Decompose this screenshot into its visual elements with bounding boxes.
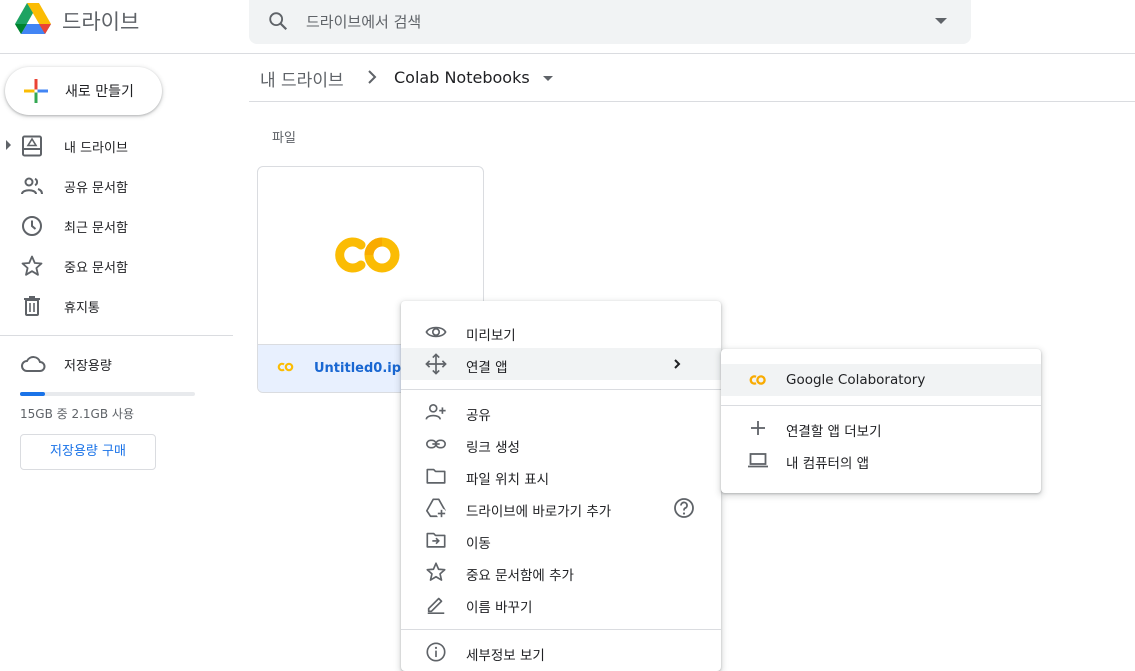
trash-icon [24, 296, 40, 316]
storage-usage-text: 15GB 중 2.1GB 사용 [20, 407, 134, 421]
colab-logo-icon [335, 237, 400, 273]
people-icon [21, 177, 43, 195]
star-icon [426, 562, 446, 581]
buy-storage-button[interactable]: 저장용량 구매 [20, 434, 156, 470]
menu-item-details[interactable]: 세부정보 보기 [401, 636, 721, 668]
menu-item-show-location[interactable]: 파일 위치 표시 [401, 460, 721, 492]
breadcrumb-current-folder[interactable]: Colab Notebooks [394, 68, 530, 87]
top-bar: 드라이브 드라이브에서 검색 [0, 0, 1135, 54]
submenu-item-google-colaboratory[interactable]: Google Colaboratory [721, 364, 1041, 396]
clock-icon [22, 216, 42, 236]
sidebar-item-my-drive[interactable]: 내 드라이브 [0, 126, 233, 166]
files-section-label: 파일 [272, 131, 296, 146]
search-options-icon[interactable] [935, 18, 947, 24]
sidebar-item-recent[interactable]: 최근 문서함 [0, 206, 233, 246]
menu-item-label: 중요 문서함에 추가 [466, 568, 574, 584]
submenu-item-connect-more-apps[interactable]: 연결할 앱 더보기 [721, 412, 1041, 444]
menu-item-label: 드라이브에 바로가기 추가 [466, 504, 612, 520]
context-menu: 미리보기 연결 앱 공유 링크 생성 파일 위치 표시 드라이브에 바로가기 추… [401, 301, 721, 671]
help-icon[interactable] [673, 497, 695, 519]
menu-item-share[interactable]: 공유 [401, 396, 721, 428]
menu-item-label: 세부정보 보기 [466, 648, 545, 664]
menu-item-preview[interactable]: 미리보기 [401, 316, 721, 348]
storage-progress-bar [20, 392, 195, 396]
menu-divider [721, 405, 1041, 406]
drive-logo-icon[interactable] [14, 2, 52, 36]
menu-item-label: 공유 [466, 408, 491, 424]
expand-caret-icon[interactable] [6, 140, 11, 150]
sidebar-item-shared[interactable]: 공유 문서함 [0, 166, 233, 206]
info-icon [426, 642, 446, 662]
eye-icon [425, 326, 447, 338]
sidebar-item-label: 내 드라이브 [64, 141, 128, 156]
storage-label[interactable]: 저장용량 [64, 355, 112, 374]
sidebar-item-label: 중요 문서함 [64, 261, 128, 276]
folder-menu-dropdown-icon[interactable] [543, 76, 553, 81]
menu-item-label: Google Colaboratory [786, 372, 926, 388]
new-button[interactable]: 새로 만들기 [5, 67, 162, 115]
sidebar-item-trash[interactable]: 휴지통 [0, 286, 233, 326]
app-title[interactable]: 드라이브 [62, 6, 139, 36]
menu-item-label: 내 컴퓨터의 앱 [786, 456, 870, 472]
sidebar-item-label: 공유 문서함 [64, 181, 128, 196]
sidebar-item-label: 최근 문서함 [64, 221, 128, 236]
search-bar[interactable]: 드라이브에서 검색 [249, 0, 971, 44]
link-icon [426, 439, 446, 449]
open-with-submenu: Google Colaboratory 연결할 앱 더보기 내 컴퓨터의 앱 [721, 349, 1041, 493]
storage-progress-fill [20, 392, 45, 396]
folder-icon [426, 468, 446, 484]
menu-item-label: 연결 앱 [466, 360, 508, 376]
menu-divider [401, 629, 721, 630]
menu-item-get-link[interactable]: 링크 생성 [401, 428, 721, 460]
menu-item-label: 링크 생성 [466, 440, 520, 456]
submenu-item-computer-apps[interactable]: 내 컴퓨터의 앱 [721, 444, 1041, 476]
cloud-icon [21, 356, 46, 372]
colab-icon [277, 362, 294, 372]
move-to-folder-icon [426, 532, 446, 548]
menu-item-add-shortcut[interactable]: 드라이브에 바로가기 추가 [401, 492, 721, 524]
menu-item-label: 연결할 앱 더보기 [786, 424, 882, 440]
menu-item-label: 이동 [466, 536, 491, 552]
breadcrumb-my-drive[interactable]: 내 드라이브 [260, 66, 344, 91]
plus-icon [24, 79, 48, 103]
menu-item-rename[interactable]: 이름 바꾸기 [401, 588, 721, 620]
add-person-icon [425, 404, 446, 420]
menu-item-label: 파일 위치 표시 [466, 472, 550, 488]
menu-item-add-starred[interactable]: 중요 문서함에 추가 [401, 556, 721, 588]
my-drive-icon [22, 135, 42, 157]
search-icon[interactable] [267, 10, 289, 32]
pencil-icon [427, 597, 445, 614]
menu-divider [401, 389, 721, 390]
plus-icon [751, 421, 765, 435]
menu-item-move[interactable]: 이동 [401, 524, 721, 556]
new-button-label: 새로 만들기 [65, 84, 134, 100]
drive-shortcut-icon [426, 498, 447, 519]
sidebar-divider [0, 335, 233, 336]
chevron-right-icon [674, 359, 681, 369]
move-arrows-icon [425, 353, 447, 375]
menu-item-open-with[interactable]: 연결 앱 [401, 348, 721, 380]
search-input[interactable]: 드라이브에서 검색 [306, 11, 421, 32]
chevron-right-icon [368, 70, 377, 84]
menu-item-label: 이름 바꾸기 [466, 600, 533, 616]
star-icon [21, 255, 43, 276]
sidebar-item-starred[interactable]: 중요 문서함 [0, 246, 233, 286]
colab-icon [749, 375, 766, 385]
laptop-icon [748, 453, 768, 468]
menu-item-label: 미리보기 [466, 328, 516, 344]
breadcrumb: 내 드라이브 Colab Notebooks [249, 54, 1135, 102]
sidebar-item-label: 휴지통 [64, 301, 100, 316]
